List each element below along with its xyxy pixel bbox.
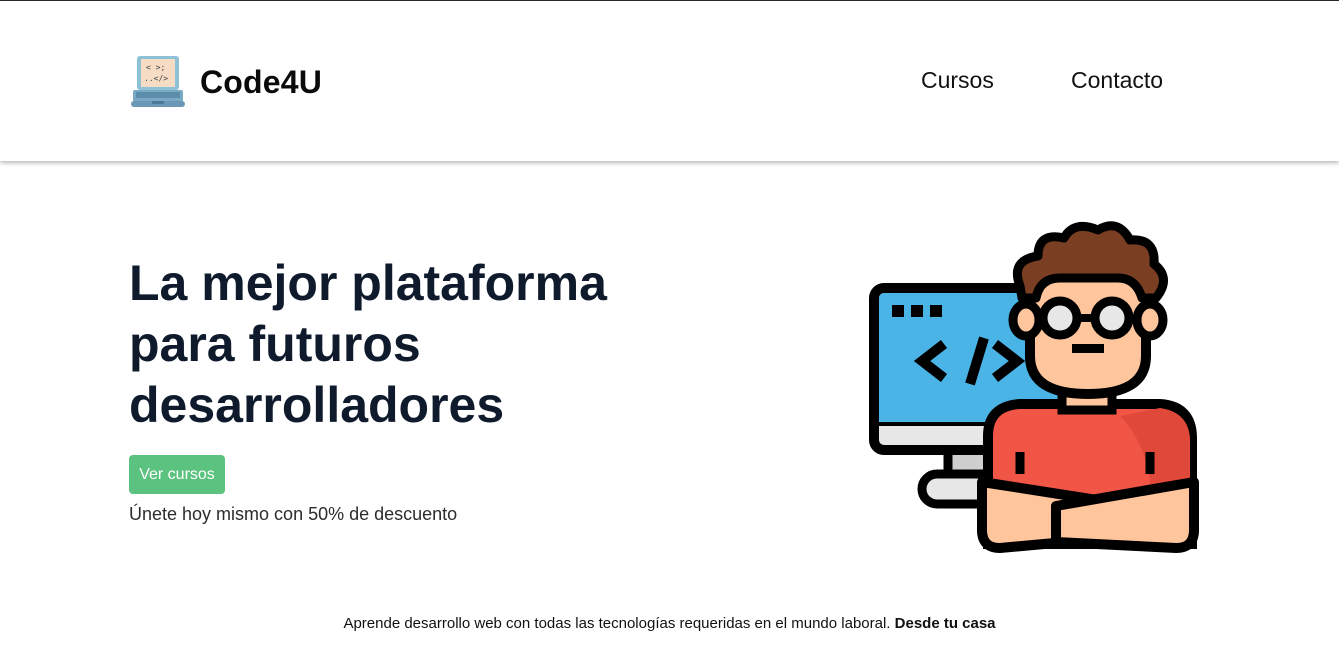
developer-at-computer-icon	[869, 221, 1199, 553]
footer-text: Aprende desarrollo web con todas las tec…	[0, 615, 1339, 632]
svg-text:< >;: < >;	[146, 63, 165, 72]
footer-main-text: Aprende desarrollo web con todas las tec…	[343, 615, 891, 632]
hero-subtitle: Únete hoy mismo con 50% de descuento	[129, 504, 458, 524]
nav-link-contacto[interactable]: Contacto	[1071, 67, 1163, 94]
brand-name: Code4U	[200, 63, 323, 100]
navbar: < >; ..</> Code4U Cursos Contacto	[0, 1, 1339, 161]
hero-title: La mejor plataforma para futuros desarro…	[129, 255, 607, 433]
svg-text:..</>: ..</>	[144, 74, 168, 83]
laptop-code-icon: < >; ..</>	[131, 56, 185, 107]
ver-cursos-button[interactable]: Ver cursos	[129, 455, 225, 494]
nav-link-cursos[interactable]: Cursos	[921, 67, 994, 94]
footer-emphasis: Desde tu casa	[894, 615, 996, 632]
brand-link[interactable]: < >; ..</> Code4U	[130, 53, 322, 111]
